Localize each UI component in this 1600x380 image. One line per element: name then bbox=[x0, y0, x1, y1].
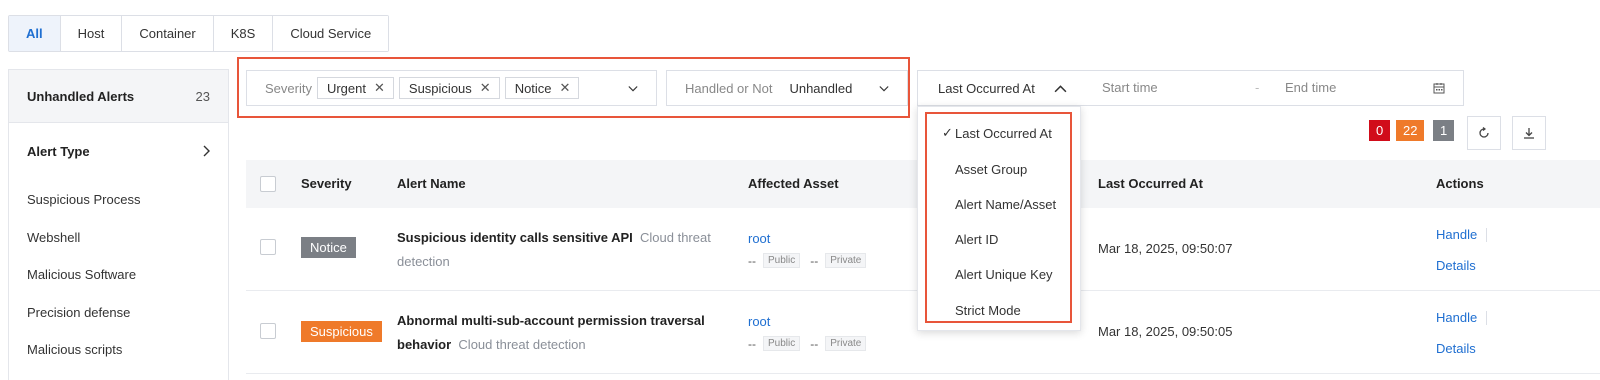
header-severity: Severity bbox=[301, 176, 352, 191]
tab-host[interactable]: Host bbox=[60, 16, 123, 51]
header-actions: Actions bbox=[1436, 176, 1484, 191]
affected-asset-cell: root -- Public -- Private bbox=[748, 231, 876, 268]
start-time-input[interactable]: Start time bbox=[1102, 80, 1158, 95]
time-separator: - bbox=[1255, 80, 1260, 95]
time-range-filter: Last Occurred At Start time - End time bbox=[917, 70, 1464, 106]
severity-filter-label: Severity bbox=[265, 80, 312, 96]
tab-container[interactable]: Container bbox=[122, 16, 214, 51]
chevron-up-icon[interactable] bbox=[1054, 84, 1067, 93]
check-icon: ✓ bbox=[942, 125, 953, 140]
calendar-icon[interactable] bbox=[1433, 82, 1445, 94]
severity-tag-notice: Notice bbox=[301, 237, 356, 258]
notice-count-badge: 1 bbox=[1433, 120, 1455, 141]
close-icon[interactable]: ✕ bbox=[560, 80, 571, 96]
alert-name-cell: Abnormal multi-sub-account permission tr… bbox=[397, 309, 727, 357]
alert-type-list: Suspicious Process Webshell Malicious So… bbox=[9, 181, 228, 369]
chip-label: Suspicious bbox=[408, 80, 472, 96]
sidebar-item-malicious-scripts[interactable]: Malicious scripts bbox=[9, 331, 228, 369]
severity-tag-suspicious: Suspicious bbox=[301, 321, 382, 342]
action-divider bbox=[1486, 311, 1487, 325]
public-ip: -- bbox=[748, 253, 756, 268]
severity-chip-suspicious: Suspicious ✕ bbox=[398, 77, 500, 99]
select-all-checkbox[interactable] bbox=[260, 176, 276, 192]
dropdown-item-strict-mode[interactable]: Strict Mode bbox=[955, 303, 1021, 318]
dropdown-item-alert-unique-key[interactable]: Alert Unique Key bbox=[955, 267, 1053, 282]
sidebar-item-webshell[interactable]: Webshell bbox=[9, 219, 228, 257]
time-field-dropdown: ✓ Last Occurred At Asset Group Alert Nam… bbox=[917, 106, 1081, 331]
unhandled-alerts-label: Unhandled Alerts bbox=[27, 88, 135, 104]
details-link[interactable]: Details bbox=[1436, 258, 1476, 273]
dropdown-item-alert-name-asset[interactable]: Alert Name/Asset bbox=[955, 197, 1056, 212]
urgent-count-badge: 0 bbox=[1369, 120, 1391, 141]
tab-k8s[interactable]: K8S bbox=[213, 16, 274, 51]
chevron-down-icon[interactable] bbox=[879, 84, 889, 94]
private-tag: Private bbox=[825, 253, 867, 268]
sidebar-item-malicious-software[interactable]: Malicious Software bbox=[9, 256, 228, 294]
last-occurred-time: Mar 18, 2025, 09:50:07 bbox=[1098, 241, 1233, 256]
refresh-button[interactable] bbox=[1467, 116, 1501, 150]
download-button[interactable] bbox=[1512, 116, 1546, 150]
handled-filter-label: Handled or Not bbox=[685, 80, 773, 96]
header-affected-asset: Affected Asset bbox=[748, 176, 839, 191]
asset-type-tabs: All Host Container K8S Cloud Service bbox=[8, 15, 390, 52]
chip-label: Notice bbox=[514, 80, 552, 96]
public-tag: Public bbox=[763, 336, 801, 351]
severity-chip-urgent: Urgent ✕ bbox=[316, 77, 394, 99]
severity-chip-notice: Notice ✕ bbox=[504, 77, 580, 99]
unhandled-alerts-item[interactable]: Unhandled Alerts 23 bbox=[9, 70, 228, 123]
close-icon[interactable]: ✕ bbox=[374, 80, 385, 96]
handled-filter[interactable]: Handled or Not Unhandled bbox=[666, 70, 908, 106]
handled-filter-value: Unhandled bbox=[789, 80, 853, 96]
refresh-icon bbox=[1479, 127, 1489, 138]
sidebar-item-suspicious-process[interactable]: Suspicious Process bbox=[9, 181, 228, 219]
dropdown-item-last-occurred[interactable]: Last Occurred At bbox=[955, 126, 1052, 141]
suspicious-count-badge: 22 bbox=[1396, 120, 1425, 141]
row-checkbox[interactable] bbox=[260, 239, 276, 255]
chip-label: Urgent bbox=[326, 80, 366, 96]
download-icon bbox=[1524, 128, 1534, 139]
end-time-input[interactable]: End time bbox=[1285, 80, 1336, 95]
chevron-right-icon bbox=[203, 145, 210, 157]
handle-link[interactable]: Handle bbox=[1436, 227, 1477, 242]
asset-link[interactable]: root bbox=[748, 314, 876, 329]
tab-cloud-service[interactable]: Cloud Service bbox=[273, 16, 389, 51]
dropdown-item-alert-id[interactable]: Alert ID bbox=[955, 232, 998, 247]
private-ip: -- bbox=[810, 336, 819, 351]
tab-all[interactable]: All bbox=[9, 16, 61, 51]
time-field-select[interactable]: Last Occurred At bbox=[938, 81, 1035, 96]
alert-type-label: Alert Type bbox=[27, 143, 90, 159]
handle-link[interactable]: Handle bbox=[1436, 310, 1477, 325]
alert-type-header[interactable]: Alert Type bbox=[9, 123, 228, 179]
unhandled-alerts-count: 23 bbox=[195, 88, 210, 104]
row-checkbox[interactable] bbox=[260, 323, 276, 339]
private-ip: -- bbox=[810, 253, 819, 268]
private-tag: Private bbox=[825, 336, 867, 351]
affected-asset-cell: root -- Public -- Private bbox=[748, 314, 876, 351]
public-tag: Public bbox=[763, 253, 801, 268]
severity-filter[interactable]: Severity Urgent ✕ Suspicious ✕ Notice ✕ bbox=[246, 70, 657, 106]
asset-link[interactable]: root bbox=[748, 231, 876, 246]
sidebar-item-precision-defense[interactable]: Precision defense bbox=[9, 294, 228, 332]
alert-category: Cloud threat detection bbox=[458, 337, 586, 352]
dropdown-item-asset-group[interactable]: Asset Group bbox=[955, 162, 1027, 177]
last-occurred-time: Mar 18, 2025, 09:50:05 bbox=[1098, 324, 1233, 339]
action-divider bbox=[1486, 228, 1487, 242]
close-icon[interactable]: ✕ bbox=[480, 80, 491, 96]
header-alert-name: Alert Name bbox=[397, 176, 466, 191]
public-ip: -- bbox=[748, 336, 756, 351]
alert-sidebar: Unhandled Alerts 23 Alert Type Suspiciou… bbox=[8, 69, 229, 380]
chevron-down-icon[interactable] bbox=[628, 84, 638, 94]
alert-name-cell: Suspicious identity calls sensitive API … bbox=[397, 226, 727, 274]
header-last-occurred: Last Occurred At bbox=[1098, 176, 1203, 191]
alert-name[interactable]: Suspicious identity calls sensitive API bbox=[397, 230, 633, 245]
details-link[interactable]: Details bbox=[1436, 341, 1476, 356]
